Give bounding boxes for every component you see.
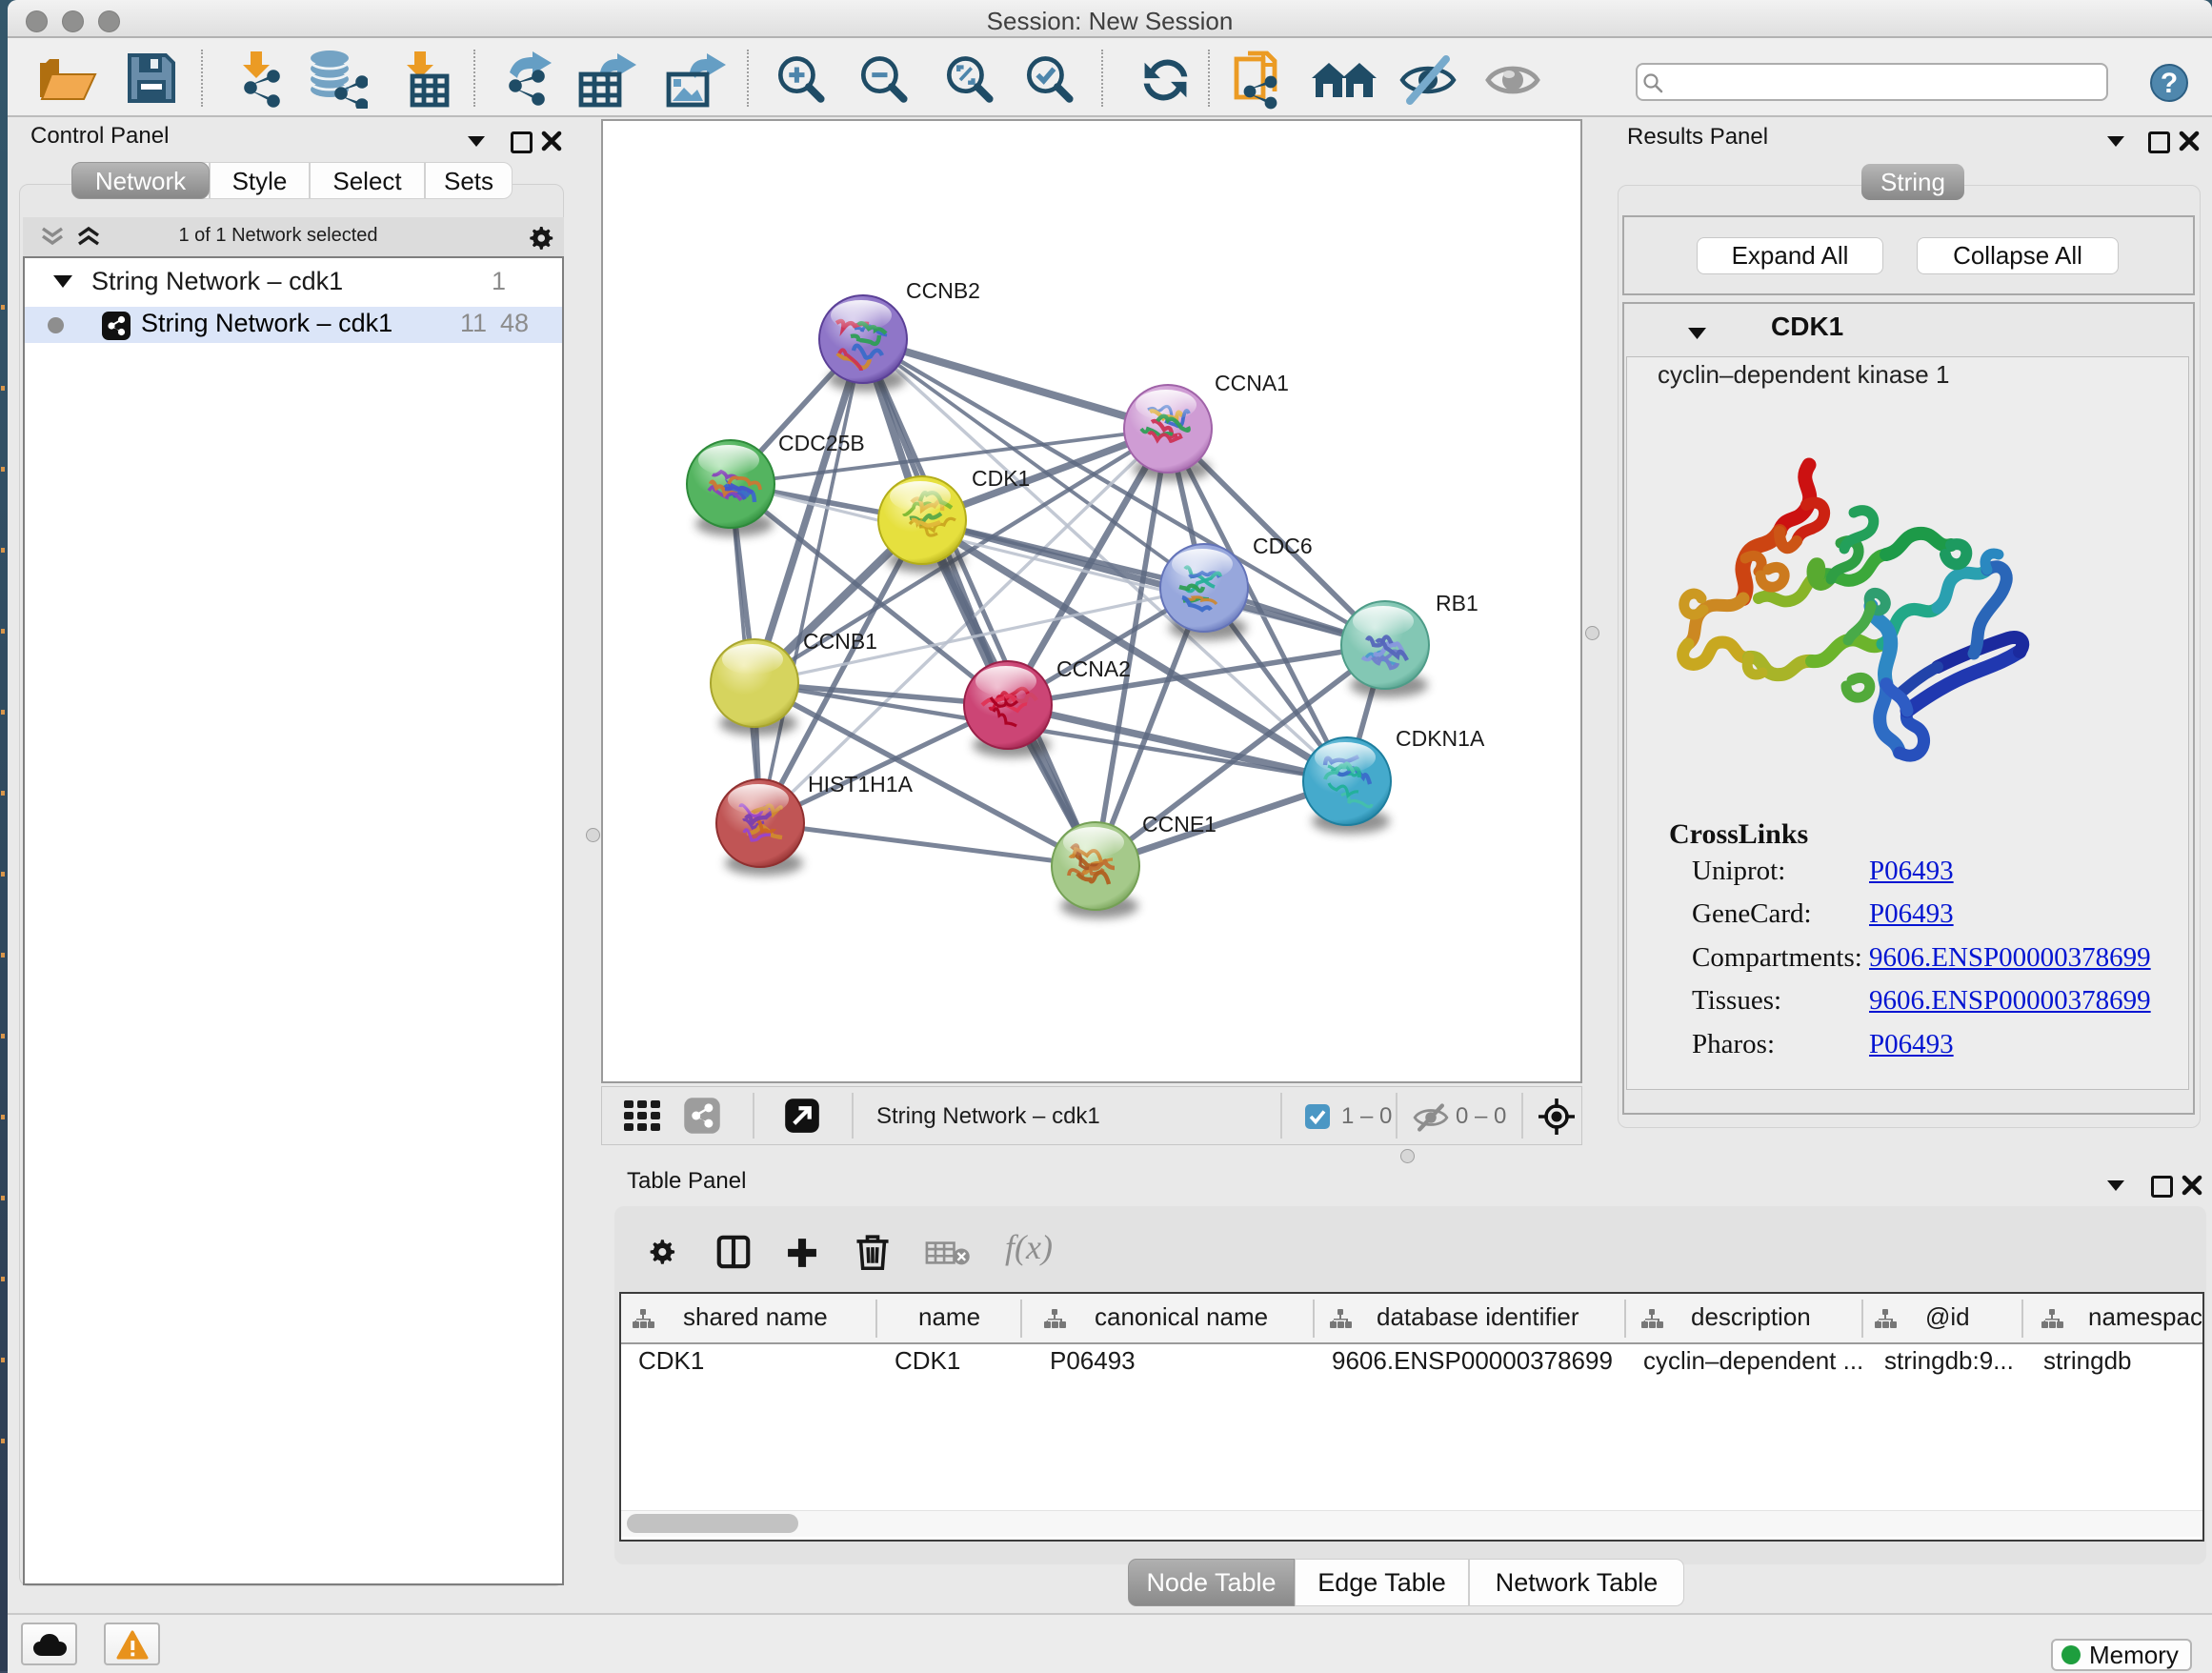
svg-text:CDK1: CDK1	[972, 466, 1030, 491]
svg-text:CDC6: CDC6	[1253, 534, 1313, 558]
svg-text:HIST1H1A: HIST1H1A	[808, 772, 914, 796]
svg-text:CCNA2: CCNA2	[1056, 656, 1131, 681]
svg-text:CDC25B: CDC25B	[778, 431, 865, 455]
svg-text:CCNA1: CCNA1	[1215, 371, 1289, 395]
svg-text:CCNB2: CCNB2	[906, 278, 980, 303]
svg-text:CDKN1A: CDKN1A	[1396, 726, 1485, 751]
svg-text:CCNB1: CCNB1	[803, 629, 877, 654]
svg-text:CCNE1: CCNE1	[1142, 812, 1217, 836]
svg-text:RB1: RB1	[1436, 591, 1478, 615]
